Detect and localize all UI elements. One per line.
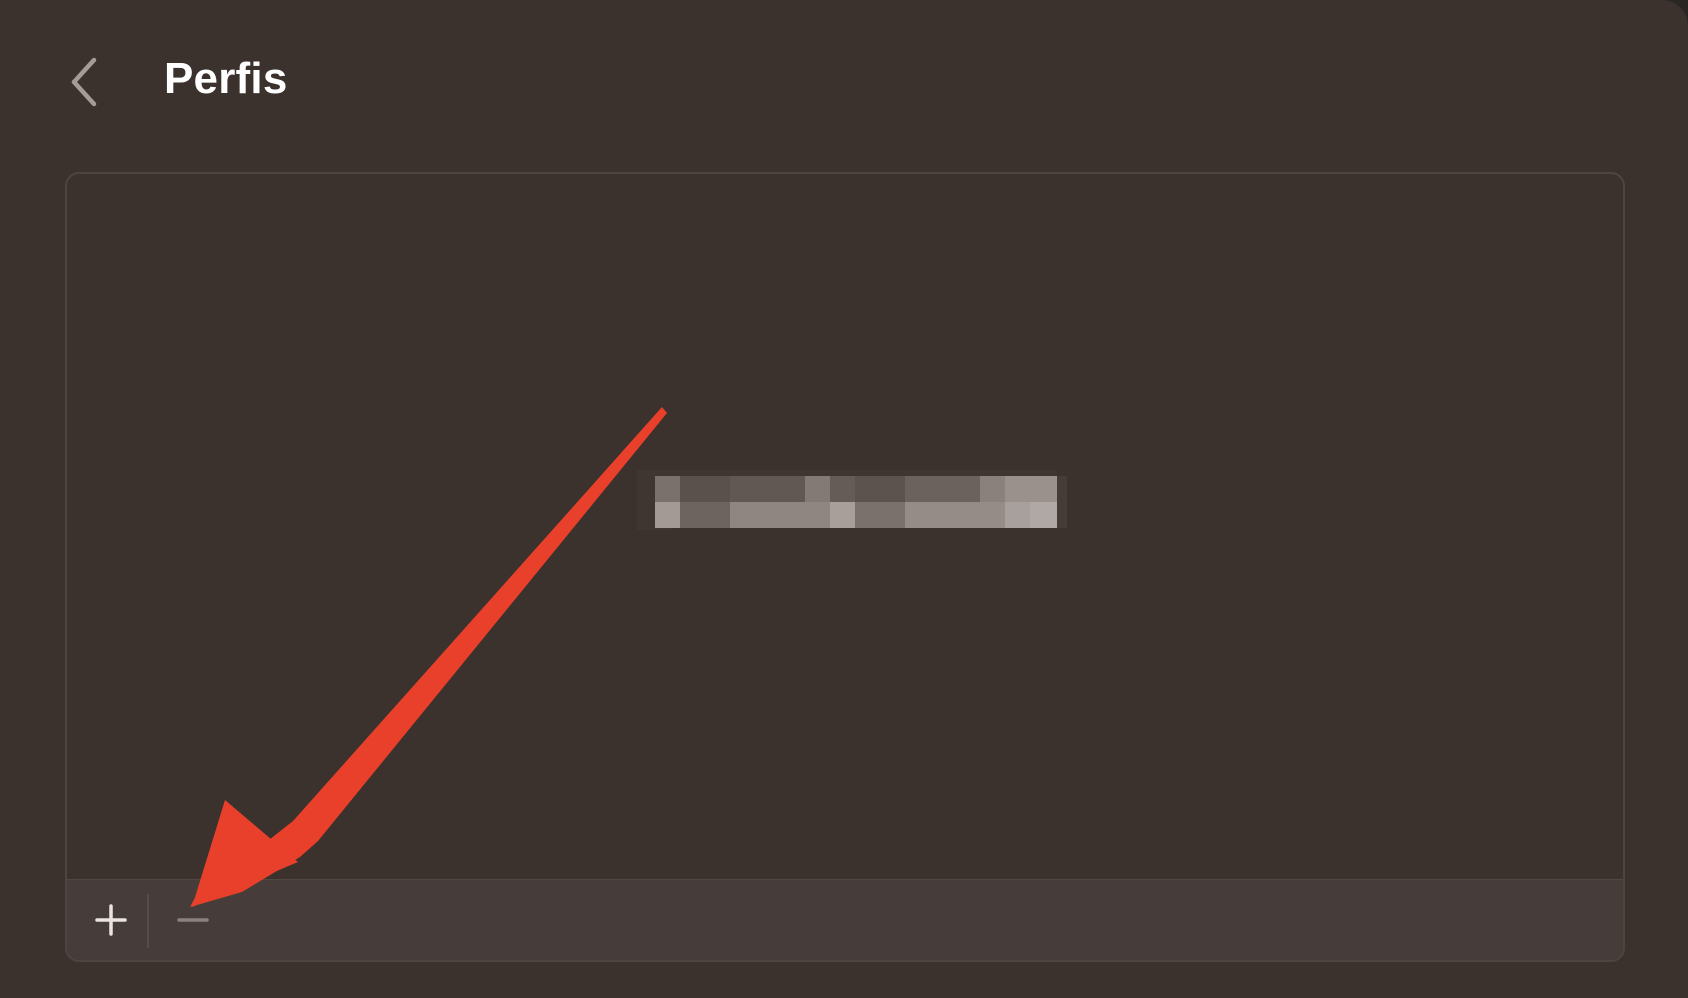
plus-icon — [95, 904, 127, 936]
page-header: Perfis — [0, 0, 1688, 150]
list-item-profile-redacted[interactable] — [627, 470, 1067, 530]
list-toolbar — [67, 879, 1623, 960]
profiles-list-panel — [65, 172, 1625, 962]
add-profile-button[interactable] — [83, 894, 139, 946]
remove-profile-button[interactable] — [165, 894, 221, 946]
settings-window: Perfis — [0, 0, 1688, 998]
chevron-left-icon — [71, 57, 97, 107]
toolbar-divider — [147, 894, 149, 948]
profiles-list — [67, 174, 1623, 884]
page-title: Perfis — [164, 54, 288, 103]
back-button[interactable] — [62, 52, 106, 112]
minus-icon — [177, 918, 209, 922]
redacted-text — [627, 470, 1067, 530]
